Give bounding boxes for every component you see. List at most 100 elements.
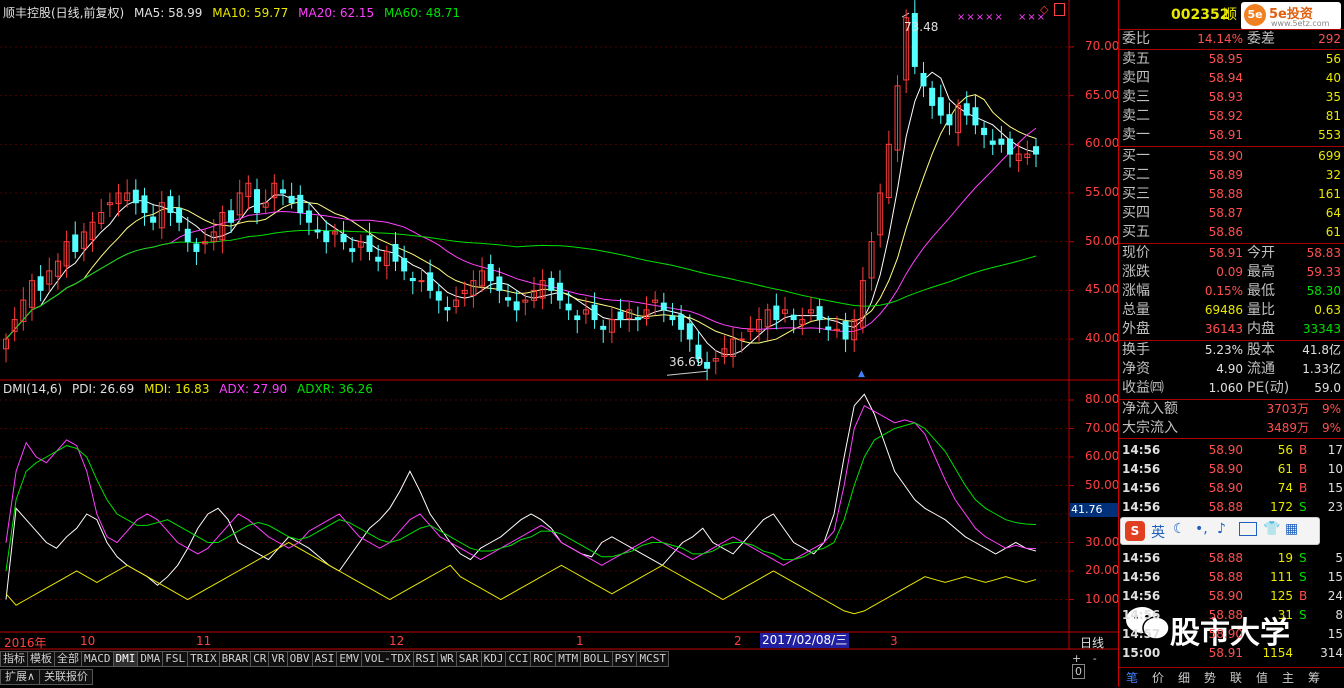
candle-body <box>228 210 235 223</box>
tab-trend[interactable]: 势 <box>1197 668 1223 688</box>
tab-price[interactable]: 价 <box>1145 668 1171 688</box>
flow-pct: 9% <box>1321 402 1341 416</box>
stat-label: 涨跌 <box>1122 264 1150 280</box>
candle-body <box>392 243 399 262</box>
bottom-tabs[interactable]: 扩展∧ 关联报价 <box>0 669 94 685</box>
tab-chips[interactable]: 筹 <box>1301 668 1327 688</box>
tick-direction: S <box>1299 570 1307 584</box>
stat-label: 涨幅 <box>1122 283 1150 299</box>
flow-value: 3489万 <box>1266 421 1309 435</box>
chart-area[interactable]: 顺丰控股(日线,前复权) MA5: 58.99 MA10: 59.77 MA20… <box>0 0 1320 687</box>
indicator-tab-cr[interactable]: CR <box>250 651 270 667</box>
indicator-tab-模板[interactable]: 模板 <box>27 651 55 667</box>
stat-label: 股本 <box>1247 342 1275 358</box>
indicator-tab-指标[interactable]: 指标 <box>0 651 28 667</box>
high-annotation: 73.48 <box>904 20 939 34</box>
ma60-line <box>5 229 1037 340</box>
indicator-tab-macd[interactable]: MACD <box>81 651 114 667</box>
tab-trades[interactable]: 笔 <box>1119 668 1145 688</box>
buy-level: 买四 58.87 64 <box>1119 204 1344 223</box>
indicator-tab-wr[interactable]: WR <box>437 651 457 667</box>
level-price: 58.92 <box>1208 109 1243 123</box>
stock-name: 顺 <box>1223 7 1237 23</box>
indicator-tab-trix[interactable]: TRIX <box>187 651 220 667</box>
price-tick: 70.00 <box>1085 38 1120 53</box>
tab-main[interactable]: 主 <box>1275 668 1301 688</box>
level-volume: 64 <box>1325 206 1341 220</box>
related-quote-tab[interactable]: 关联报价 <box>39 669 94 685</box>
low-annotation: 36.69 <box>669 355 704 369</box>
level-volume: 81 <box>1325 109 1341 123</box>
tick-volume: 111 <box>1270 570 1293 584</box>
indicator-tab-obv[interactable]: OBV <box>286 651 313 667</box>
tab-related[interactable]: 联 <box>1223 668 1249 688</box>
price-tick: 40.00 <box>1085 331 1120 346</box>
candle-body <box>842 321 849 340</box>
candle-body <box>600 325 607 330</box>
stat-label: 最低 <box>1247 283 1275 299</box>
indicator-tab-vol-tdx[interactable]: VOL-TDX <box>361 651 414 667</box>
tab-detail[interactable]: 细 <box>1171 668 1197 688</box>
candle-body <box>937 97 944 116</box>
stat-label: 量比 <box>1247 302 1275 318</box>
pdi-line <box>5 393 1037 600</box>
kline-chart[interactable] <box>0 0 1120 687</box>
indicator-tab-asi[interactable]: ASI <box>311 651 338 667</box>
level-price: 58.94 <box>1208 71 1243 85</box>
indicator-tab-dma[interactable]: DMA <box>137 651 164 667</box>
indicator-tabs[interactable]: 指标 模板 全部 MACD DMI DMA FSL TRIX BRAR CR VR OBV ASI EMV… <box>0 651 1120 667</box>
expand-tab[interactable]: 扩展∧ <box>0 669 41 685</box>
buy-level: 买二 58.89 32 <box>1119 166 1344 185</box>
candle-body <box>323 230 330 243</box>
tick-volume: 1154 <box>1262 646 1293 660</box>
stat-value: 41.8亿 <box>1302 343 1341 357</box>
tick-time: 14:56 <box>1122 551 1161 565</box>
tick-time: 14:57 <box>1122 627 1161 641</box>
candle-body <box>556 282 563 301</box>
candle-body <box>487 264 494 282</box>
indicator-tab-vr[interactable]: VR <box>268 651 288 667</box>
quote-tabs[interactable]: 笔价细势联值主筹 <box>1119 667 1344 688</box>
candle-body <box>998 138 1005 145</box>
tick-volume: 56 <box>1277 443 1293 457</box>
indicator-tab-boll[interactable]: BOLL <box>580 651 613 667</box>
tab-value[interactable]: 值 <box>1249 668 1275 688</box>
candle-body <box>738 338 745 341</box>
candle-body <box>409 278 416 282</box>
level-label: 买二 <box>1122 167 1150 183</box>
indicator-tab-全部[interactable]: 全部 <box>54 651 82 667</box>
indicator-tab-psy[interactable]: PSY <box>611 651 638 667</box>
zoom-reset-button[interactable]: 0 <box>1072 664 1085 679</box>
zoom-controls[interactable]: + - 0 <box>1072 652 1120 679</box>
indicator-tab-rsi[interactable]: RSI <box>412 651 439 667</box>
dmi-tick: 20.00 <box>1085 563 1120 577</box>
tick-row: 14:56 58.88 172 S 23 <box>1119 498 1344 517</box>
brand-url: www.5etz.com <box>1271 19 1330 28</box>
date-jan: 1 <box>576 634 584 648</box>
level-label: 买五 <box>1122 224 1150 240</box>
indicator-tab-roc[interactable]: ROC <box>530 651 557 667</box>
maximize-icon[interactable] <box>1054 3 1065 16</box>
stat-label: 今开 <box>1247 245 1275 261</box>
tick-direction: S <box>1299 500 1307 514</box>
indicator-tab-emv[interactable]: EMV <box>336 651 363 667</box>
tick-price: 58.90 <box>1208 627 1243 641</box>
period-label[interactable]: 日线 <box>1080 634 1104 651</box>
indicator-tab-kdj[interactable]: KDJ <box>480 651 507 667</box>
indicator-tab-dmi[interactable]: DMI <box>112 651 139 667</box>
stat-value: 58.30 <box>1306 284 1341 298</box>
tick-price: 58.90 <box>1208 589 1243 603</box>
level-label: 卖一 <box>1122 127 1150 143</box>
level-label: 卖四 <box>1122 70 1150 86</box>
stat-value: 33343 <box>1302 322 1341 336</box>
indicator-tab-mtm[interactable]: MTM <box>555 651 582 667</box>
indicator-tab-mcst[interactable]: MCST <box>636 651 669 667</box>
zoom-out-button[interactable]: - <box>1093 652 1097 665</box>
indicator-tab-brar[interactable]: BRAR <box>218 651 252 667</box>
ma20-label: MA20: 62.15 <box>298 6 375 20</box>
indicator-tab-fsl[interactable]: FSL <box>162 651 189 667</box>
level-volume: 40 <box>1325 71 1341 85</box>
stat-row: 总量 69486 量比 0.63 <box>1119 301 1344 320</box>
indicator-tab-sar[interactable]: SAR <box>455 651 482 667</box>
indicator-tab-cci[interactable]: CCI <box>505 651 532 667</box>
